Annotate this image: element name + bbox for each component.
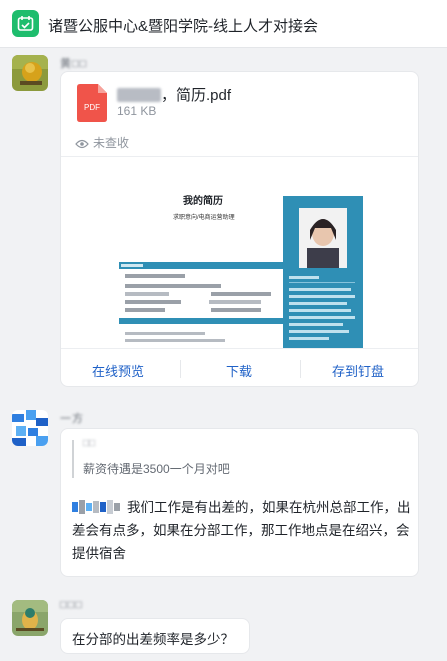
- file-size: 161 KB: [117, 104, 157, 118]
- redacted-name: [117, 88, 161, 102]
- sender-name: 黄□□: [60, 58, 88, 70]
- preview-online-button[interactable]: 在线预览: [92, 361, 144, 380]
- file-preview[interactable]: 我的简历 求职意向/电商运营助理: [61, 158, 418, 348]
- chat-header: 诸暨公服中心&暨阳学院-线上人才对接会: [0, 0, 447, 48]
- reply-message-card[interactable]: □□ 薪资待遇是3500一个月对吧 我们工作是有出差的，如果在杭州总部工作，出差…: [60, 428, 419, 577]
- eye-icon: [75, 139, 89, 149]
- svg-text:PDF: PDF: [84, 103, 100, 112]
- file-status: 未查收: [75, 134, 129, 151]
- save-to-dingpan-button[interactable]: 存到钉盘: [332, 361, 384, 380]
- file-message-card[interactable]: PDF ，简历.pdf 161 KB 未查收 我的简历 求职意向/电商运营助理: [60, 71, 419, 387]
- divider: [300, 360, 301, 378]
- avatar[interactable]: [12, 55, 48, 91]
- chat-title[interactable]: 诸暨公服中心&暨阳学院-线上人才对接会: [48, 15, 318, 36]
- quote-text[interactable]: 薪资待遇是3500一个月对吧: [83, 460, 230, 477]
- download-button[interactable]: 下载: [226, 361, 252, 380]
- group-chat-icon[interactable]: [12, 10, 39, 37]
- avatar[interactable]: [12, 600, 48, 636]
- message-text: 在分部的出差频率是多少？: [72, 632, 234, 647]
- file-actions: 在线预览 下载 存到钉盘: [61, 348, 418, 386]
- resume-preview-image: [119, 196, 363, 348]
- text-message-card[interactable]: 在分部的出差频率是多少？: [60, 618, 250, 654]
- message-text: 我们工作是有出差的，如果在杭州总部工作，出差会有点多，如果在分部工作，那工作地点…: [72, 500, 411, 561]
- mention-mosaic: [72, 500, 120, 514]
- quote-sender: □□: [83, 438, 96, 449]
- sender-name: □□□: [60, 599, 83, 611]
- divider: [180, 360, 181, 378]
- file-name[interactable]: ，简历.pdf: [117, 84, 231, 105]
- pdf-file-icon: PDF: [77, 84, 107, 122]
- avatar[interactable]: [12, 410, 48, 446]
- sender-name: 一方: [60, 413, 84, 425]
- quote-bar: [72, 440, 74, 478]
- divider: [61, 156, 418, 157]
